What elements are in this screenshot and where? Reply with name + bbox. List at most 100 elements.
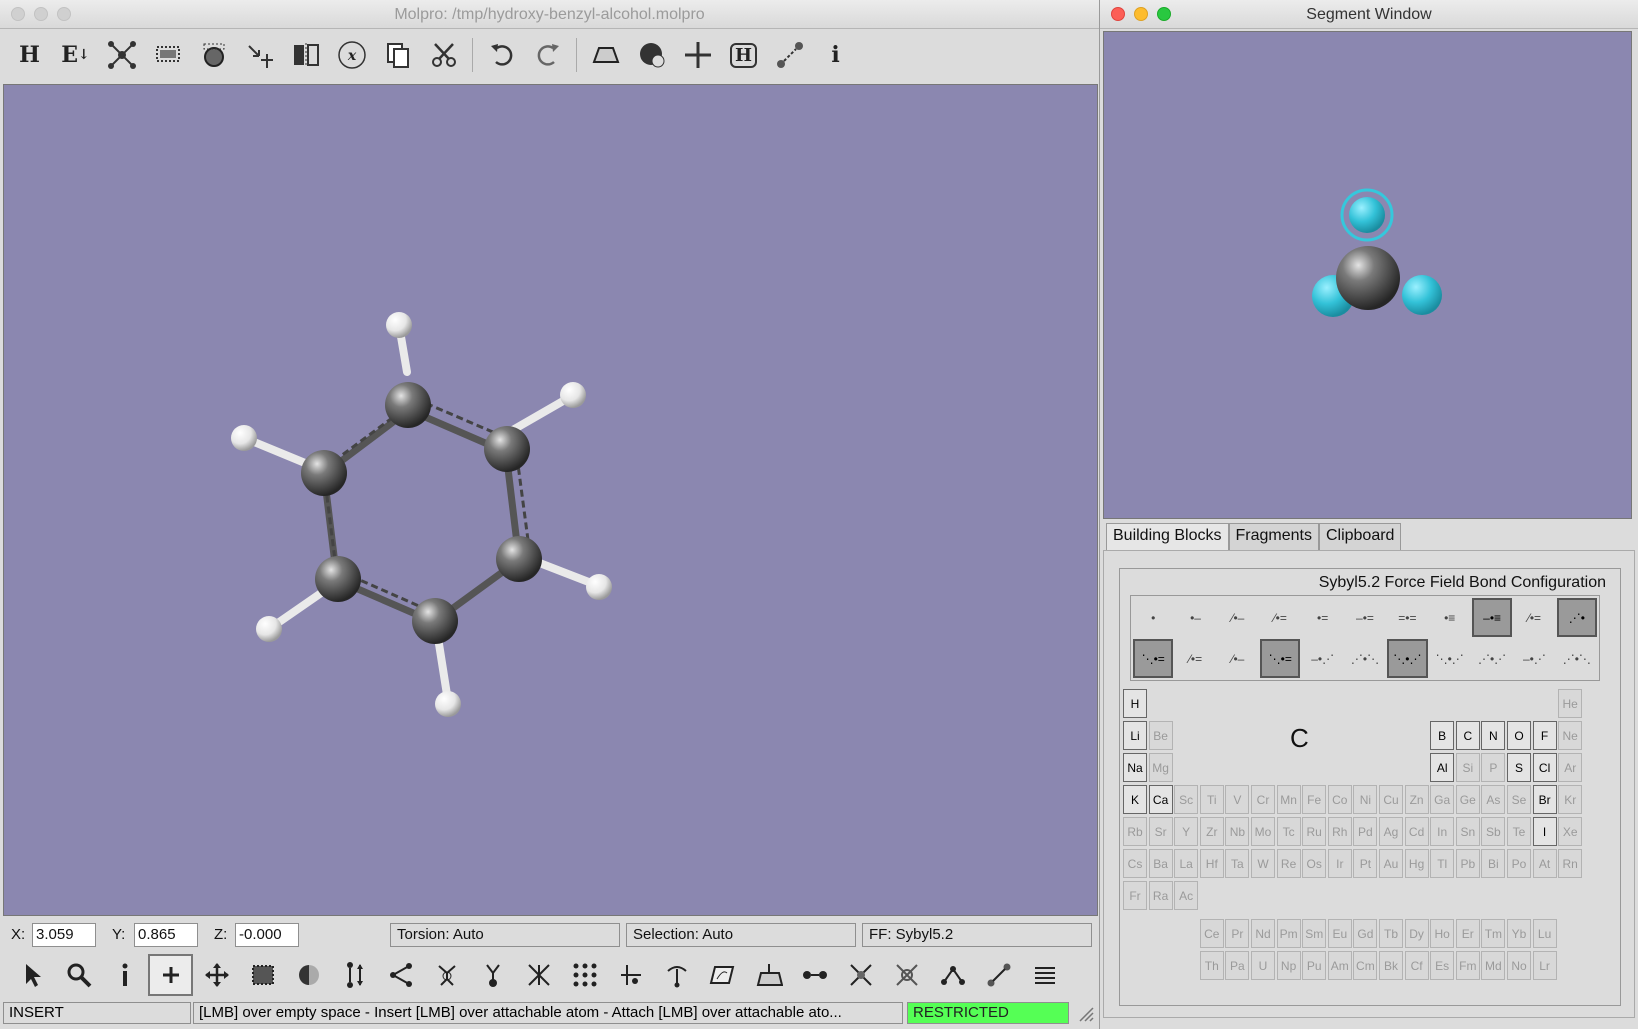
measure-button[interactable] [976,954,1021,996]
element-pd[interactable]: Pd [1353,817,1378,846]
element-f[interactable]: F [1532,721,1557,750]
surface-button[interactable] [584,34,627,76]
bond-config-option[interactable]: ⋰•⋱ [1345,639,1385,678]
element-au[interactable]: Au [1379,849,1403,878]
element-re[interactable]: Re [1276,849,1301,878]
element-na[interactable]: Na [1123,753,1147,782]
element-ga[interactable]: Ga [1430,785,1455,814]
element-xe[interactable]: Xe [1558,817,1583,846]
element-i[interactable]: I [1532,817,1557,846]
element-gd[interactable]: Gd [1353,919,1378,949]
element-pm[interactable]: Pm [1276,919,1301,949]
element-tool-button[interactable]: E ↓ [54,34,97,76]
element-cs[interactable]: Cs [1123,849,1147,878]
insert-atom-button[interactable] [148,954,193,996]
tab-clipboard[interactable]: Clipboard [1318,523,1402,550]
element-sn[interactable]: Sn [1455,817,1480,846]
hydrogen-bond-button[interactable]: H [722,34,765,76]
element-os[interactable]: Os [1302,849,1327,878]
element-zr[interactable]: Zr [1199,817,1224,846]
atom-info-button[interactable] [102,954,147,996]
element-cm[interactable]: Cm [1353,951,1378,981]
arrange-button[interactable] [238,34,281,76]
center-button[interactable] [676,34,719,76]
element-s[interactable]: S [1507,753,1531,782]
element-cu[interactable]: Cu [1379,785,1403,814]
bond-config-option[interactable]: ⁄•– [1218,598,1258,637]
align-button[interactable] [608,954,653,996]
torsion-field[interactable]: Torsion: Auto [390,923,620,947]
element-kr[interactable]: Kr [1558,785,1583,814]
bond-config-option-selected[interactable]: –•≡ [1471,598,1513,637]
y-coordinate-field[interactable]: 0.865 [134,923,198,947]
symmetry-button[interactable] [284,34,327,76]
tab-fragments[interactable]: Fragments [1228,523,1319,550]
element-mo[interactable]: Mo [1251,817,1275,846]
bond-config-option[interactable]: ⋱•⋰ [1430,639,1470,678]
bond-config-option[interactable]: ⋰•⋰ [1472,639,1512,678]
element-dy[interactable]: Dy [1404,919,1429,949]
element-pu[interactable]: Pu [1302,951,1327,981]
tab-building-blocks[interactable]: Building Blocks [1106,523,1229,550]
molecule-viewport[interactable] [3,84,1098,916]
element-yb[interactable]: Yb [1507,919,1531,949]
element-tl[interactable]: Tl [1430,849,1455,878]
element-hg[interactable]: Hg [1404,849,1429,878]
element-bi[interactable]: Bi [1481,849,1506,878]
element-cd[interactable]: Cd [1404,817,1429,846]
bond-config-option[interactable]: • [1133,598,1173,637]
element-ca[interactable]: Ca [1148,785,1173,814]
element-po[interactable]: Po [1507,849,1531,878]
element-er[interactable]: Er [1455,919,1480,949]
element-ar[interactable]: Ar [1558,753,1583,782]
element-am[interactable]: Am [1327,951,1352,981]
element-ni[interactable]: Ni [1353,785,1378,814]
element-np[interactable]: Np [1276,951,1301,981]
element-k[interactable]: K [1123,785,1147,814]
clean-geometry-button[interactable] [100,34,143,76]
select-arrow-button[interactable] [10,954,55,996]
element-ce[interactable]: Ce [1199,919,1224,949]
bond-config-option[interactable]: –•⋰ [1514,639,1554,678]
element-br[interactable]: Br [1532,785,1557,814]
element-es[interactable]: Es [1430,951,1455,981]
element-sb[interactable]: Sb [1481,817,1506,846]
element-pr[interactable]: Pr [1225,919,1250,949]
element-tc[interactable]: Tc [1276,817,1301,846]
element-rn[interactable]: Rn [1558,849,1583,878]
element-ho[interactable]: Ho [1430,919,1455,949]
bond-config-option-selected[interactable]: ⋱•= [1133,639,1174,678]
angle-button[interactable] [378,954,423,996]
delete-bond-button[interactable] [884,954,929,996]
element-pt[interactable]: Pt [1353,849,1378,878]
element-ti[interactable]: Ti [1199,785,1224,814]
element-nd[interactable]: Nd [1251,919,1275,949]
selection-field[interactable]: Selection: Auto [626,923,856,947]
element-la[interactable]: La [1174,849,1199,878]
element-ir[interactable]: Ir [1327,849,1352,878]
element-hf[interactable]: Hf [1199,849,1224,878]
element-tb[interactable]: Tb [1379,919,1403,949]
element-y[interactable]: Y [1174,817,1199,846]
info-button[interactable]: i [814,34,857,76]
plane-button[interactable] [700,954,745,996]
move-button[interactable] [194,954,239,996]
element-as[interactable]: As [1481,785,1506,814]
element-tm[interactable]: Tm [1481,919,1506,949]
delete-atom-button[interactable] [838,954,883,996]
rotate-fragment-button[interactable] [470,954,515,996]
resize-grip-icon[interactable] [1078,1006,1094,1022]
element-sc[interactable]: Sc [1174,785,1199,814]
function-button[interactable]: x [330,34,373,76]
element-at[interactable]: At [1532,849,1557,878]
chain-button[interactable] [930,954,975,996]
link-button[interactable] [792,954,837,996]
bond-config-option-selected[interactable]: ⋰• [1556,598,1597,637]
element-ru[interactable]: Ru [1302,817,1327,846]
element-lu[interactable]: Lu [1532,919,1557,949]
bond-config-option[interactable]: ⁄•= [1260,598,1300,637]
element-th[interactable]: Th [1199,951,1224,981]
bond-config-option[interactable]: ⁄•= [1175,639,1215,678]
element-h[interactable]: H [1123,689,1147,718]
bond-config-option[interactable]: ⋰•⋱ [1557,639,1597,678]
